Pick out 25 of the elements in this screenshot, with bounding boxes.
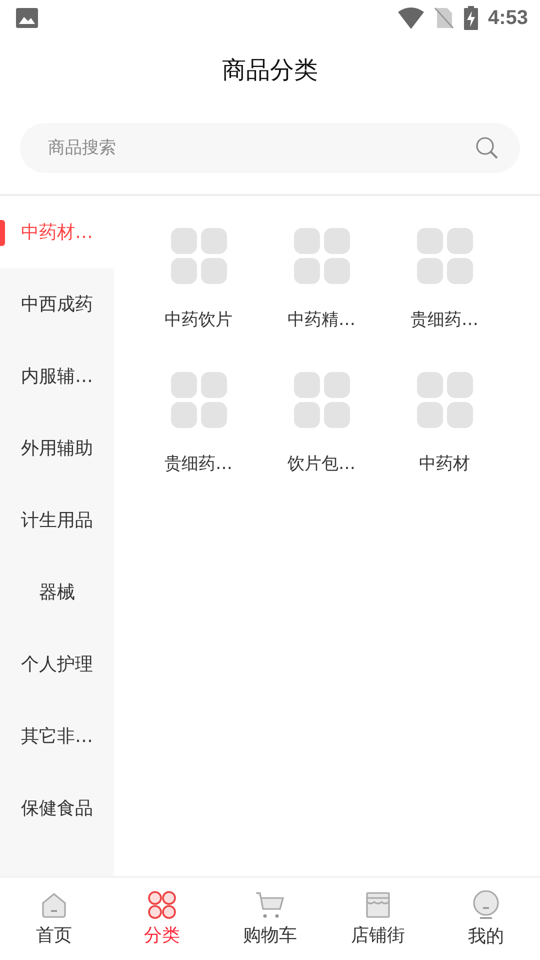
grid-placeholder-icon[interactable] [294,228,350,284]
category-label[interactable]: 贵细药… [164,452,232,475]
grid-placeholder-icon[interactable] [294,372,350,428]
category-label[interactable]: 贵细药… [410,308,478,331]
wifi-icon [398,7,424,29]
category-label[interactable]: 中药材 [419,452,470,475]
status-time: 4:53 [488,6,528,30]
page-title: 商品分类 [222,55,318,86]
grid-placeholder-icon[interactable] [170,372,226,428]
category-label[interactable]: 饮片包… [288,452,356,475]
category-label[interactable]: 中药饮片 [164,308,232,331]
store-icon [364,891,392,919]
no-sim-icon [434,7,454,29]
category-label[interactable]: 中药精… [288,308,356,331]
battery-charging-icon [464,6,478,30]
grid-placeholder-icon[interactable] [170,228,226,284]
home-icon [40,891,68,919]
cart-icon [255,891,285,919]
grid-placeholder-icon[interactable] [416,372,472,428]
search-icon[interactable] [476,137,498,159]
search-field[interactable]: 商品搜索 [20,123,520,173]
category-icon [148,891,176,919]
grid-placeholder-icon[interactable] [416,228,472,284]
profile-icon [472,890,500,920]
image-icon [16,8,38,28]
